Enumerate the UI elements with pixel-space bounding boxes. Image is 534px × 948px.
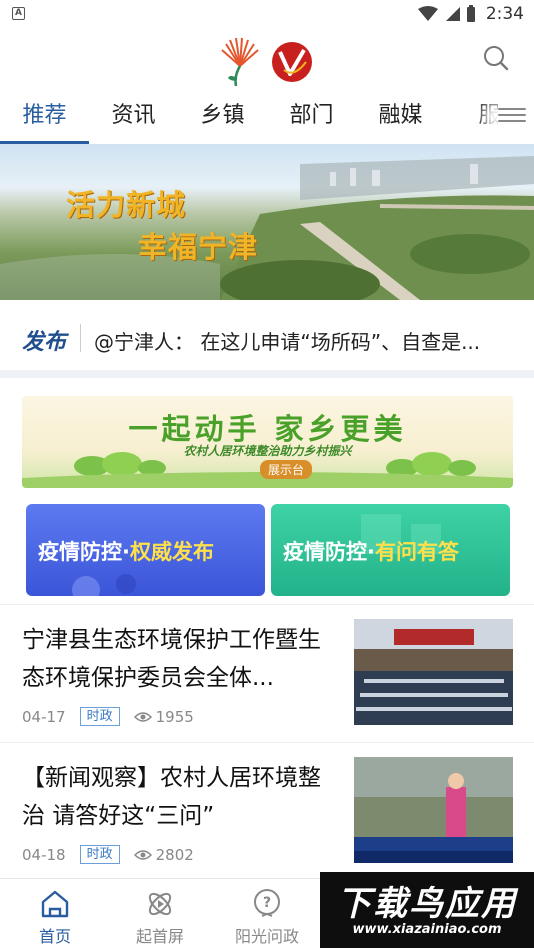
eye-icon [133, 711, 152, 722]
nav-label: 首页 [38, 927, 71, 946]
news-views: 1955 [133, 707, 194, 726]
news-tag: 时政 [79, 845, 120, 864]
app-header [0, 28, 534, 90]
tab-news[interactable]: 资讯 [89, 92, 178, 144]
svg-text:?: ? [263, 895, 271, 911]
announcement-logo: 发布 [22, 330, 67, 355]
app-logo [220, 36, 314, 88]
tab-departments[interactable]: 部门 [267, 92, 356, 144]
card-prefix: 疫情防控· [38, 540, 130, 564]
feature-cards: 疫情防控·权威发布 疫情防控·有问有答 [26, 504, 510, 596]
tab-towns[interactable]: 乡镇 [178, 92, 267, 144]
nav-label: 阳光问政 [234, 927, 299, 946]
eye-icon [133, 849, 152, 860]
status-bar: A 2:34 [0, 0, 534, 28]
divider [80, 324, 81, 352]
search-icon[interactable] [482, 44, 510, 72]
nav-label: 起首屏 [135, 927, 184, 946]
announcement-bar[interactable]: 发布 @宁津人： 在这儿申请“场所码”、自查是... [0, 300, 534, 378]
promo-banner[interactable]: 一起动手 家乡更美 农村人居环境整治助力乡村振兴 展示台 [22, 396, 513, 488]
sunflower-logo-icon [221, 37, 259, 87]
news-meta: 04-17 时政 1955 [22, 707, 194, 726]
signal-icon [445, 7, 460, 21]
news-views: 2802 [133, 845, 194, 864]
card-official-release[interactable]: 疫情防控·权威发布 [26, 504, 265, 596]
news-tag: 时政 [79, 707, 120, 726]
announcement-text[interactable]: @宁津人： 在这儿申请“场所码”、自查是... [94, 326, 514, 355]
question-icon: ? [254, 889, 280, 917]
watermark-main: 下载鸟应用 [337, 884, 517, 924]
promo-subtitle: 农村人居环境整治助力乡村振兴 [183, 444, 352, 458]
site-watermark: 下载鸟应用 www.xiazainiao.com [320, 872, 534, 948]
promo-badge: 展示台 [260, 460, 313, 479]
news-date: 04-17 [22, 707, 66, 726]
banner-headline-2: 幸福宁津 [138, 230, 259, 264]
nav-home[interactable]: 首页 [0, 879, 110, 948]
news-meta: 04-18 时政 2802 [22, 845, 194, 864]
news-title[interactable]: 【新闻观察】农村人居环境整治 请答好这“三问” [22, 759, 338, 835]
nav-qishouping[interactable]: 起首屏 [105, 879, 215, 948]
meeting-hall-thumbnail [354, 619, 513, 725]
channel-tabs: 推荐 资讯 乡镇 部门 融媒 服 [0, 92, 534, 144]
clock: 2:34 [485, 4, 524, 24]
wifi-icon [417, 6, 438, 21]
nav-sunshine-inquiry[interactable]: ? 阳光问政 [212, 879, 322, 948]
banner-headline-1: 活力新城 [66, 188, 187, 222]
view-count: 1955 [155, 707, 194, 726]
news-item[interactable]: 宁津县生态环境保护工作暨生态环境保护委员会全体... 04-17 时政 1955 [0, 604, 534, 742]
battery-icon [466, 5, 475, 22]
hero-banner[interactable]: 活力新城 幸福宁津 [0, 144, 534, 300]
tab-media[interactable]: 融媒 [356, 92, 445, 144]
brand-circle-logo-icon [272, 42, 312, 82]
notification-icon: A [12, 7, 25, 20]
view-count: 2802 [155, 845, 194, 864]
news-date: 04-18 [22, 845, 66, 864]
card-qa[interactable]: 疫情防控·有问有答 [271, 504, 510, 596]
card-highlight: 权威发布 [129, 540, 214, 564]
news-anchor-thumbnail [354, 757, 513, 863]
news-title[interactable]: 宁津县生态环境保护工作暨生态环境保护委员会全体... [22, 621, 338, 697]
news-item[interactable]: 【新闻观察】农村人居环境整治 请答好这“三问” 04-18 时政 2802 [0, 742, 534, 878]
tab-recommend[interactable]: 推荐 [0, 92, 89, 144]
menu-icon[interactable] [498, 104, 526, 128]
card-highlight: 有问有答 [374, 540, 459, 564]
home-icon [41, 890, 69, 918]
atom-icon [148, 892, 172, 916]
card-prefix: 疫情防控· [283, 540, 375, 564]
watermark-url: www.xiazainiao.com [352, 922, 502, 937]
